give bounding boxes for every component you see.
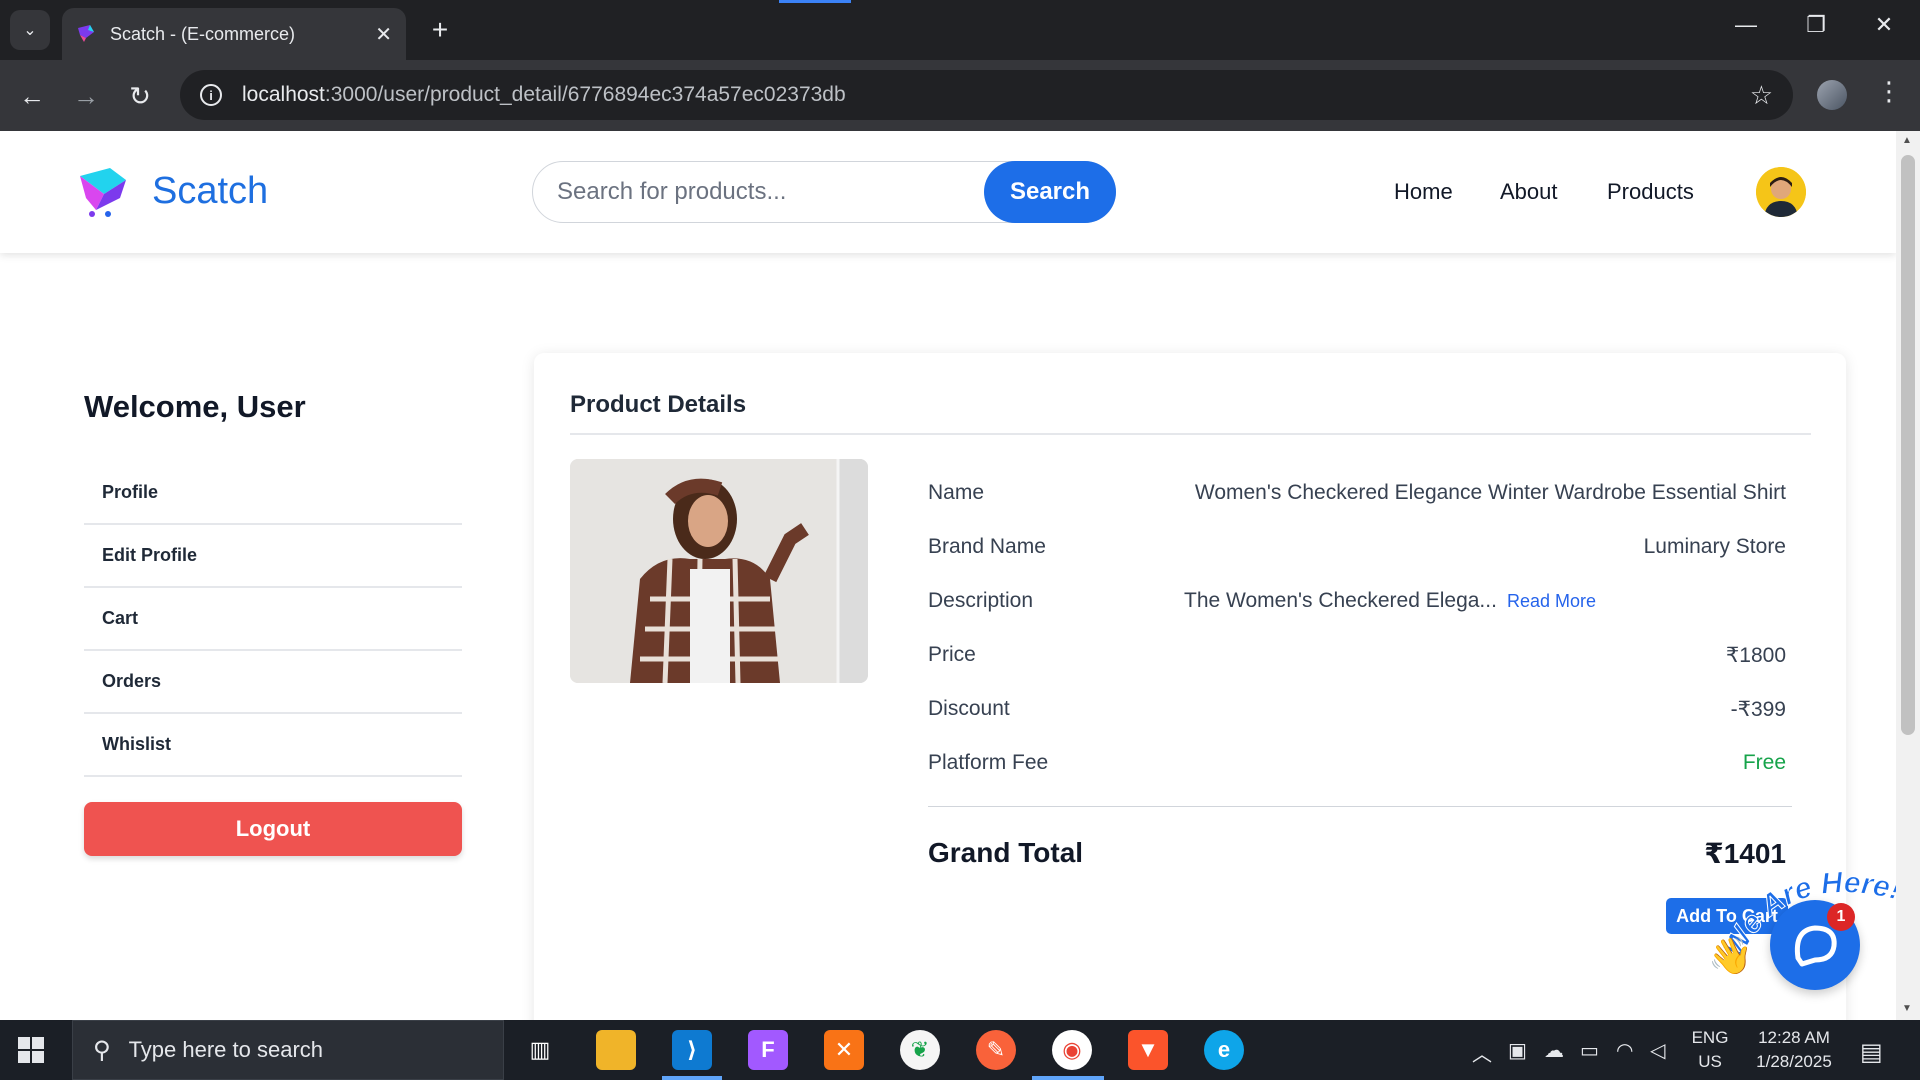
search-icon: ⚲ bbox=[93, 1036, 111, 1064]
name-label: Name bbox=[928, 481, 985, 504]
favicon-icon bbox=[78, 25, 94, 42]
postman-icon[interactable]: ✎ bbox=[976, 1030, 1016, 1070]
section-title: Product Details bbox=[570, 391, 747, 418]
nav-home[interactable]: Home bbox=[1394, 179, 1453, 205]
close-tab-icon[interactable]: ✕ bbox=[375, 22, 392, 47]
total-divider bbox=[928, 806, 1792, 807]
active-indicator bbox=[1032, 1076, 1104, 1080]
window-close-icon[interactable]: ✕ bbox=[1864, 12, 1904, 38]
edge-icon[interactable]: e bbox=[1204, 1030, 1244, 1070]
volume-icon[interactable]: ◁ bbox=[1650, 1038, 1665, 1063]
scrollbar-thumb[interactable] bbox=[1901, 155, 1915, 735]
discount-label: Discount bbox=[928, 697, 1010, 720]
nav-products[interactable]: Products bbox=[1607, 179, 1694, 205]
nav-about[interactable]: About bbox=[1500, 179, 1558, 205]
taskbar-search[interactable]: ⚲ Type here to search bbox=[72, 1020, 504, 1080]
chrome-icon[interactable]: ◉ bbox=[1052, 1030, 1092, 1070]
active-indicator bbox=[662, 1076, 722, 1080]
browser-menu-icon[interactable]: ⋮ bbox=[1876, 76, 1902, 107]
url-text: localhost:3000/user/product_detail/67768… bbox=[242, 83, 846, 106]
sidebar-item-orders[interactable]: Orders bbox=[84, 651, 462, 714]
divider bbox=[570, 433, 1811, 435]
user-avatar-icon bbox=[1756, 167, 1806, 217]
description-label: Description bbox=[928, 589, 1034, 612]
system-clock[interactable]: 12:28 AM 1/28/2025 bbox=[1744, 1026, 1844, 1074]
product-image bbox=[570, 459, 868, 683]
platform-fee-label: Platform Fee bbox=[928, 751, 1049, 774]
notifications-icon[interactable]: ▤ bbox=[1860, 1038, 1883, 1067]
meet-now-icon[interactable]: ▣ bbox=[1508, 1038, 1527, 1063]
brave-icon[interactable]: ▼ bbox=[1128, 1030, 1168, 1070]
scroll-up-icon[interactable]: ▲ bbox=[1902, 135, 1912, 146]
search-bar: Search bbox=[532, 161, 1116, 223]
input-language[interactable]: ENG US bbox=[1688, 1026, 1732, 1074]
tab-title: Scatch - (E-commerce) bbox=[110, 23, 296, 44]
welcome-heading: Welcome, User bbox=[84, 389, 306, 424]
sidebar-item-wishlist[interactable]: Whislist bbox=[84, 714, 462, 777]
page-scrollbar[interactable]: ▲ ▼ bbox=[1896, 131, 1920, 1020]
browser-tab[interactable]: Scatch - (E-commerce) ✕ bbox=[62, 8, 406, 60]
chat-notification-badge: 1 bbox=[1827, 903, 1855, 931]
price-value: ₹1800 bbox=[1725, 644, 1786, 667]
address-bar[interactable]: i localhost:3000/user/product_detail/677… bbox=[180, 70, 1793, 120]
mongodb-compass-icon[interactable]: ❦ bbox=[900, 1030, 940, 1070]
figma-icon[interactable]: F bbox=[748, 1030, 788, 1070]
chevron-down-icon: ⌄ bbox=[23, 22, 37, 39]
bookmark-star-icon[interactable]: ☆ bbox=[1750, 80, 1773, 111]
discount-value: -₹399 bbox=[1730, 698, 1786, 721]
user-avatar[interactable] bbox=[1756, 167, 1806, 217]
brand-value: Luminary Store bbox=[1643, 535, 1786, 558]
brand-name: Scatch bbox=[152, 169, 269, 212]
windows-taskbar: ⚲ Type here to search ▥ ⟩ F ✕ ❦ ✎ ◉ ▼ e … bbox=[0, 1020, 1920, 1080]
read-more-link[interactable]: Read More bbox=[1507, 591, 1596, 611]
grand-total-label: Grand Total bbox=[928, 837, 1084, 868]
scroll-down-icon[interactable]: ▼ bbox=[1902, 1003, 1912, 1014]
back-icon[interactable]: ← bbox=[12, 76, 52, 116]
minimize-icon[interactable]: — bbox=[1726, 12, 1766, 38]
brand-logo[interactable]: Scatch bbox=[76, 164, 268, 218]
brand-label: Brand Name bbox=[928, 535, 1046, 558]
file-explorer-icon[interactable] bbox=[596, 1030, 636, 1070]
waving-hand-icon: 👋 bbox=[1708, 935, 1753, 976]
xampp-icon[interactable]: ✕ bbox=[824, 1030, 864, 1070]
sidebar-item-profile[interactable]: Profile bbox=[84, 462, 462, 525]
reload-icon[interactable]: ↻ bbox=[120, 76, 160, 116]
price-label: Price bbox=[928, 643, 976, 666]
description-value: The Women's Checkered Elega... Read More bbox=[1184, 589, 1596, 612]
sidebar-item-cart[interactable]: Cart bbox=[84, 588, 462, 651]
name-value: Women's Checkered Elegance Winter Wardro… bbox=[1194, 481, 1786, 504]
onedrive-icon[interactable]: ☁ bbox=[1544, 1038, 1564, 1063]
tab-list-button[interactable]: ⌄ bbox=[10, 10, 50, 50]
new-tab-button[interactable]: + bbox=[424, 14, 456, 46]
taskbar-search-placeholder: Type here to search bbox=[128, 1037, 324, 1062]
search-button[interactable]: Search bbox=[984, 161, 1116, 223]
forward-icon[interactable]: → bbox=[66, 76, 106, 116]
sidebar-item-edit-profile[interactable]: Edit Profile bbox=[84, 525, 462, 588]
task-view-icon[interactable]: ▥ bbox=[520, 1030, 560, 1070]
vscode-icon[interactable]: ⟩ bbox=[672, 1030, 712, 1070]
site-info-icon[interactable]: i bbox=[200, 84, 222, 106]
product-details-card: Product Details Name Women's Checkered E… bbox=[534, 353, 1846, 1020]
browser-profile-avatar[interactable] bbox=[1817, 80, 1847, 110]
tray-overflow-icon[interactable]: ︿ bbox=[1472, 1038, 1492, 1067]
site-header: Scatch Search Home About Products bbox=[0, 131, 1896, 253]
wifi-icon[interactable]: ◠ bbox=[1616, 1038, 1633, 1063]
loading-indicator bbox=[779, 0, 851, 3]
windows-start-icon[interactable] bbox=[18, 1037, 44, 1063]
brand-logo-icon bbox=[80, 168, 126, 217]
logout-button[interactable]: Logout bbox=[84, 802, 462, 856]
platform-fee-value: Free bbox=[1742, 751, 1786, 774]
battery-icon[interactable]: ▭ bbox=[1580, 1038, 1599, 1063]
restore-icon[interactable]: ❐ bbox=[1796, 12, 1836, 38]
web-page: Scatch Search Home About Products Welcom… bbox=[0, 131, 1896, 1020]
